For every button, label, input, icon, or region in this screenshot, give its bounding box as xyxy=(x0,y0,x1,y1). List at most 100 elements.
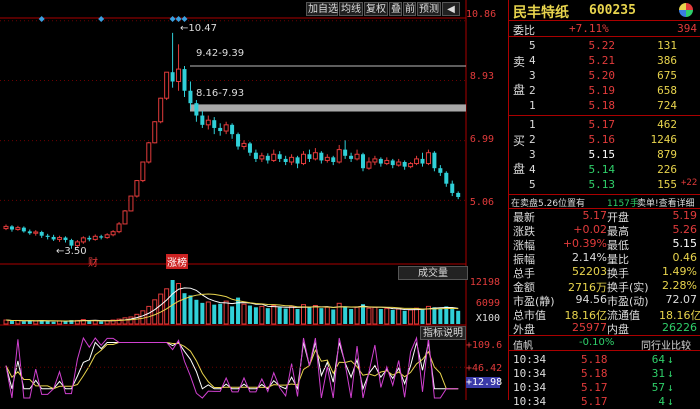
volume-tab[interactable]: 成交量 xyxy=(398,266,468,280)
candle-body xyxy=(110,231,116,236)
tick-header: 值帆 -0.10% 同行业比较 xyxy=(509,336,700,352)
ask-row[interactable]: 2 5.19 658 xyxy=(509,84,699,98)
volume-bar xyxy=(21,321,26,324)
big-order-notice[interactable]: 在卖盘5.26位置有 1157手 卖单!查看详细 xyxy=(509,195,700,209)
forecast-button[interactable]: 预测 xyxy=(417,2,441,16)
order-ratio-value: +7.11% xyxy=(569,22,609,35)
candle-body xyxy=(259,155,265,160)
volume-bar xyxy=(87,320,92,324)
price-axis-label: 6.99 xyxy=(469,134,494,145)
resistance-band xyxy=(190,104,466,112)
stat-row: 金额 2716万 换手(实) 2.28% xyxy=(513,279,697,294)
bid-row[interactable]: 3 5.15 879 xyxy=(509,148,699,162)
candle-body xyxy=(69,240,74,246)
indicator-help-tab[interactable]: 指标说明 xyxy=(420,326,466,340)
volume-bar xyxy=(170,280,175,324)
add-watchlist-button[interactable]: 加自选 xyxy=(306,2,338,16)
stat-row: 总市值 18.16亿 流通值 18.16亿 xyxy=(513,309,700,322)
volume-bar xyxy=(9,320,14,324)
volume-bar xyxy=(402,310,407,324)
candle-body xyxy=(45,235,50,237)
candle-body xyxy=(241,142,247,148)
bid-row[interactable]: 5 5.13 155 +22 xyxy=(509,178,699,192)
event-diamond-icon xyxy=(169,16,176,22)
stat-row: 振幅 2.14% 量比 0.46 xyxy=(513,251,697,266)
volume-bar xyxy=(324,306,330,325)
moving-average-button[interactable]: 均线 xyxy=(339,2,363,16)
volume-bar xyxy=(450,309,455,324)
ask-row[interactable]: 3 5.20 675 xyxy=(509,69,699,83)
volume-bar xyxy=(366,307,372,325)
order-diff-value: 394 xyxy=(677,22,697,35)
candle-body xyxy=(218,127,223,132)
volume-bar xyxy=(205,301,211,325)
volume-bar xyxy=(218,303,223,324)
candle-body xyxy=(265,155,270,161)
stat-row: 涨幅 +0.39% 最低 5.15 xyxy=(513,237,697,252)
volume-bar xyxy=(146,305,152,325)
quote-panel: 民丰特纸 600235 委比 +7.11% 394 卖 盘 5 5.22 131… xyxy=(508,0,700,408)
volume-bar xyxy=(99,321,104,324)
candle-body xyxy=(456,192,461,197)
candle-body xyxy=(182,69,187,91)
volume-bar xyxy=(230,306,235,324)
candle-body xyxy=(319,152,324,161)
candle-body xyxy=(271,153,277,161)
industry-compare-link[interactable]: 同行业比较 xyxy=(641,337,691,352)
volume-bar xyxy=(438,308,443,324)
volume-bar xyxy=(372,306,378,325)
volume-bar xyxy=(277,307,282,324)
volume-bar xyxy=(164,288,170,325)
candle-body xyxy=(170,72,175,82)
volume-bar xyxy=(265,308,270,324)
candle-body xyxy=(146,142,152,163)
volume-bar xyxy=(349,309,354,324)
candle-body xyxy=(128,195,134,212)
volume-bar xyxy=(104,320,110,325)
volume-axis-label: 6099 xyxy=(475,298,500,309)
stat-row: 涨跌 +0.02 最高 5.26 xyxy=(513,223,697,238)
candle-body xyxy=(33,231,39,234)
candle-body xyxy=(51,236,56,240)
finance-marker[interactable]: 财 xyxy=(88,254,98,269)
ask-row[interactable]: 5 5.22 131 xyxy=(509,39,699,53)
volume-bar xyxy=(432,307,437,324)
ask-row[interactable]: 1 5.18 724 xyxy=(509,99,699,113)
volume-bar xyxy=(259,305,265,325)
candle-body xyxy=(134,180,140,197)
volume-axis-label: 12198 xyxy=(469,277,500,288)
app-logo-icon[interactable] xyxy=(679,3,693,17)
candle-body xyxy=(444,172,449,184)
order-ratio-row: 委比 +7.11% 394 xyxy=(509,21,700,37)
price-axis-label: 10.86 xyxy=(466,9,497,20)
candle-body xyxy=(188,90,193,104)
ask-row[interactable]: 4 5.21 386 xyxy=(509,54,699,68)
volume-unit-label: X100 xyxy=(475,313,500,324)
candle-body xyxy=(27,231,32,234)
bid-row[interactable]: 1 5.17 462 xyxy=(509,118,699,132)
adjust-price-button[interactable]: 复权 xyxy=(364,2,388,16)
volume-bar xyxy=(456,310,461,324)
bid-row[interactable]: 4 5.14 226 xyxy=(509,163,699,177)
arrow-left-icon[interactable]: ◀ xyxy=(442,2,460,16)
candle-body xyxy=(283,158,288,162)
candle-body xyxy=(366,161,372,169)
candle-body xyxy=(158,97,164,123)
candle-body xyxy=(336,149,342,163)
stats-table: 最新 5.17 开盘 5.19 涨跌 +0.02 最高 5.26 涨幅 +0.39% 最低 5.1… xyxy=(509,209,700,336)
candle-body xyxy=(295,157,300,164)
volume-bar xyxy=(45,321,50,324)
stat-row: 最新 5.17 开盘 5.19 xyxy=(513,209,697,224)
limit-up-marker[interactable]: 涨榜 xyxy=(166,254,188,269)
tick-row: 10:34 5.17 4 ↓ xyxy=(513,395,674,408)
stat-row: 外盘 25977 内盘 26226 xyxy=(513,321,697,336)
resistance-band-label: 9.42-9.39 xyxy=(196,48,245,59)
candle-body xyxy=(140,161,146,182)
overlay-button[interactable]: 叠 xyxy=(389,2,402,16)
bid-row[interactable]: 2 5.16 1246 xyxy=(509,133,699,147)
stock-name: 民丰特纸 xyxy=(513,5,569,21)
volume-bar xyxy=(271,305,277,325)
candle-body xyxy=(116,223,122,233)
prev-button[interactable]: 前 xyxy=(403,2,416,16)
stock-header: 民丰特纸 600235 xyxy=(509,0,700,21)
